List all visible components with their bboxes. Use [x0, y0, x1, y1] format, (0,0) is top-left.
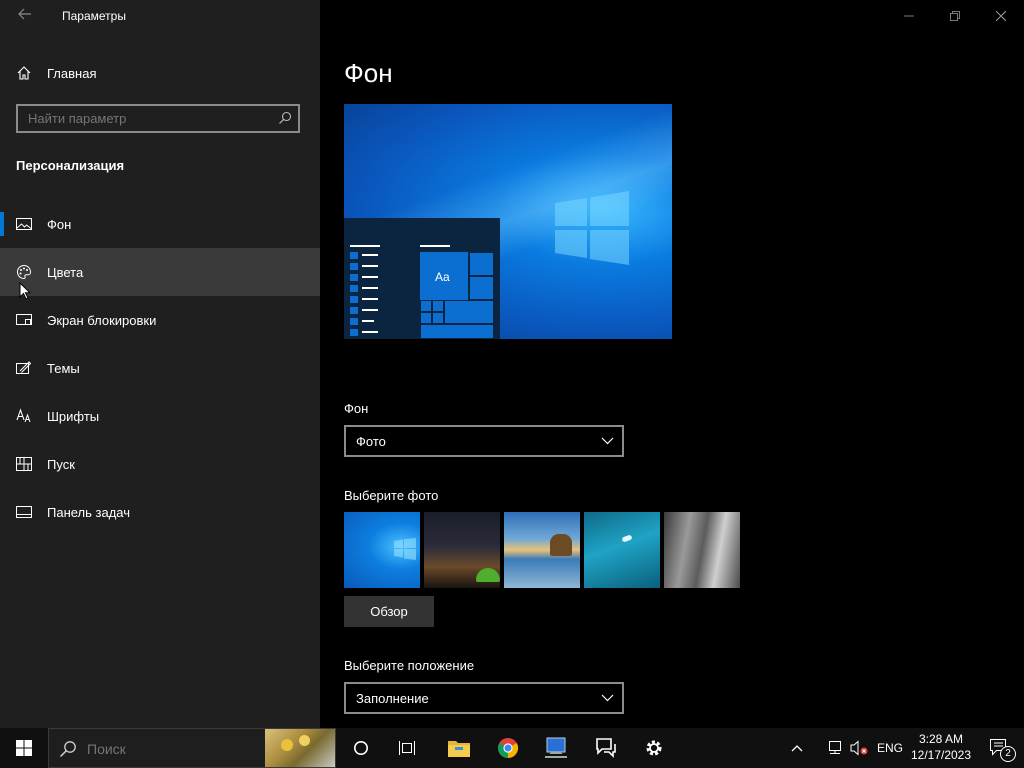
position-value: Заполнение: [356, 690, 429, 706]
restore-button[interactable]: [932, 0, 978, 32]
volume-muted-icon: [850, 740, 868, 756]
start-button[interactable]: [0, 728, 48, 768]
volume-button[interactable]: [847, 728, 871, 768]
browse-button[interactable]: Обзор: [344, 596, 434, 627]
close-icon: [996, 11, 1006, 21]
background-preview: Aa: [344, 104, 672, 339]
main-content: Фон Aa Фон Фото Выберите фото Обзор Выбе…: [320, 0, 1024, 728]
sidebar-item-label: Панель задач: [47, 504, 131, 520]
position-label: Выберите положение: [344, 658, 475, 673]
preview-tile-text: Aa: [435, 270, 450, 284]
sidebar-item-label: Шрифты: [47, 408, 100, 424]
windows-logo-icon: [555, 191, 629, 265]
windows-start-icon: [16, 740, 32, 756]
sidebar-item-label: Экран блокировки: [47, 312, 157, 328]
clock[interactable]: 3:28 AM 12/17/2023: [906, 731, 976, 765]
sidebar-item-fonts[interactable]: Шрифты: [0, 392, 320, 440]
back-button[interactable]: [14, 6, 36, 26]
sidebar-item-label: Темы: [47, 360, 80, 376]
settings-search[interactable]: [16, 104, 300, 133]
sidebar-item-taskbar[interactable]: Панель задач: [0, 488, 320, 536]
taskbar-search-box[interactable]: [48, 728, 336, 768]
sidebar-item-colors[interactable]: Цвета: [0, 248, 320, 300]
page-title: Фон: [344, 58, 393, 88]
network-button[interactable]: [823, 728, 847, 768]
app-title: Параметры: [62, 9, 126, 23]
chevron-down-icon: [601, 437, 614, 445]
background-type-dropdown[interactable]: Фото: [344, 425, 624, 457]
nav-home[interactable]: Главная: [0, 49, 320, 97]
language-indicator[interactable]: ENG: [877, 741, 903, 755]
file-explorer-button[interactable]: [435, 728, 483, 768]
show-hidden-icons-button[interactable]: [786, 728, 808, 768]
back-arrow-icon: [18, 8, 31, 20]
background-type-value: Фото: [356, 433, 386, 449]
cortana-button[interactable]: [337, 728, 385, 768]
notification-count-badge: 2: [1000, 746, 1016, 762]
search-highlight-image: [265, 729, 335, 767]
search-icon[interactable]: [278, 111, 292, 130]
photo-thumbnail-windows[interactable]: [344, 512, 420, 588]
restore-icon: [950, 11, 960, 21]
title-bar: Параметры: [0, 0, 320, 32]
chevron-down-icon: [601, 694, 614, 702]
chrome-icon: [497, 738, 519, 759]
sidebar-item-label: Фон: [47, 216, 72, 232]
network-ethernet-icon: [829, 741, 841, 754]
choose-photo-label: Выберите фото: [344, 488, 439, 503]
folder-icon: [448, 741, 470, 757]
taskbar: ENG 3:28 AM 12/17/2023 2: [0, 728, 1024, 768]
clock-time: 3:28 AM: [918, 732, 964, 746]
sidebar-item-label: Пуск: [47, 456, 75, 472]
search-icon: [59, 741, 76, 758]
remote-desktop-button[interactable]: [532, 728, 580, 768]
settings-sidebar: Параметры Главная Персонализация Фон Цве…: [0, 0, 320, 728]
photo-thumbnail-underwater[interactable]: [584, 512, 660, 588]
photo-thumbnail-beach-rocks[interactable]: [504, 512, 580, 588]
settings-search-input[interactable]: [18, 106, 278, 131]
close-button[interactable]: [978, 0, 1024, 32]
photo-thumbnail-night-sky[interactable]: [424, 512, 500, 588]
sidebar-item-start[interactable]: Пуск: [0, 440, 320, 488]
photo-thumbnail-rock-cliff[interactable]: [664, 512, 740, 588]
taskbar-search-input[interactable]: [85, 738, 239, 760]
home-icon: [16, 65, 32, 81]
sidebar-item-label: Цвета: [47, 264, 84, 280]
feedback-icon: [596, 738, 616, 758]
preview-tile-large: Aa: [420, 252, 468, 300]
taskbar-icon: [16, 504, 32, 520]
chrome-button[interactable]: [484, 728, 532, 768]
sidebar-item-lock-screen[interactable]: Экран блокировки: [0, 296, 320, 344]
settings-taskbar-button[interactable]: [630, 728, 678, 768]
sidebar-item-background[interactable]: Фон: [0, 200, 320, 248]
feedback-hub-button[interactable]: [582, 728, 630, 768]
action-center-button[interactable]: 2: [976, 728, 1024, 768]
nav-home-label: Главная: [47, 65, 97, 81]
fonts-icon: [16, 408, 32, 424]
palette-icon: [16, 264, 32, 280]
themes-icon: [16, 360, 32, 376]
minimize-button[interactable]: [886, 0, 932, 32]
cortana-circle-icon: [354, 741, 368, 755]
sidebar-item-themes[interactable]: Темы: [0, 344, 320, 392]
preview-start-menu: Aa: [344, 218, 500, 339]
gear-icon: [646, 740, 662, 756]
lock-screen-icon: [16, 312, 32, 328]
windows-logo-icon: [394, 538, 416, 560]
section-title: Персонализация: [16, 158, 125, 173]
task-view-button[interactable]: [383, 728, 431, 768]
clock-date: 12/17/2023: [910, 748, 972, 762]
background-type-label: Фон: [344, 401, 369, 416]
task-view-icon: [399, 741, 415, 755]
chevron-up-icon: [791, 745, 803, 752]
position-dropdown[interactable]: Заполнение: [344, 682, 624, 714]
start-icon: [16, 456, 32, 472]
picture-icon: [16, 216, 32, 232]
monitor-icon: [545, 737, 567, 758]
minimize-icon: [904, 15, 914, 17]
